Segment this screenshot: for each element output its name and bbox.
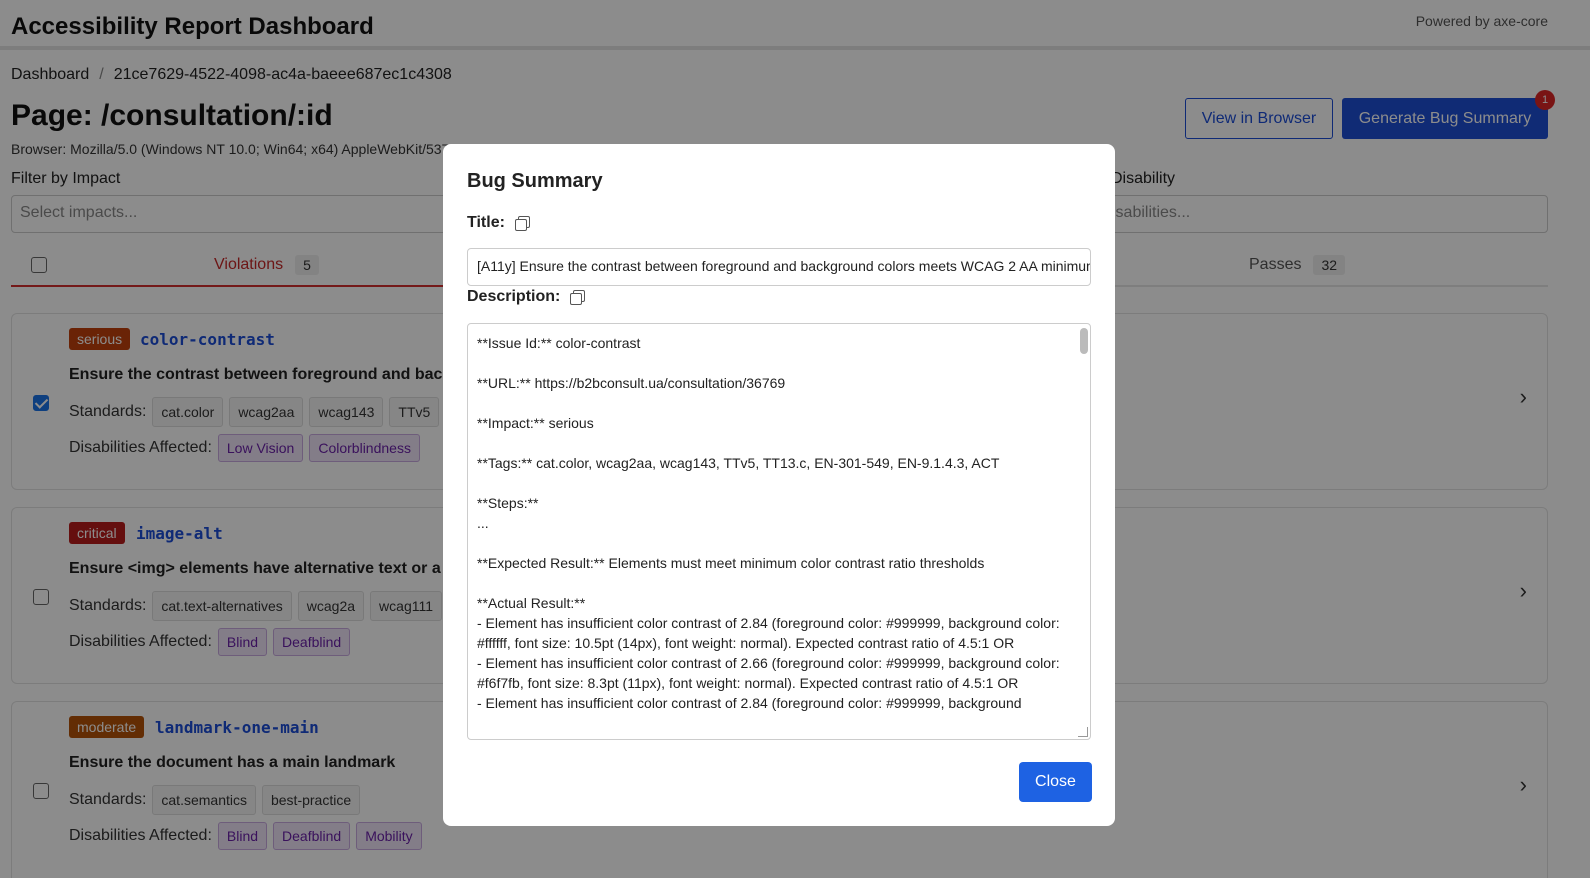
description-line: **Issue Id:** color-contrast	[477, 335, 641, 351]
description-line: - Element has insufficient color contras…	[477, 655, 1060, 691]
bug-summary-dialog: Bug Summary Title: [A11y] Ensure the con…	[443, 144, 1115, 826]
description-line	[477, 533, 1066, 553]
description-line: **Tags:** cat.color, wcag2aa, wcag143, T…	[477, 455, 1000, 471]
description-line: - Element has insufficient color contras…	[477, 695, 1022, 711]
title-label: Title:	[467, 214, 505, 231]
scrollbar[interactable]	[1080, 328, 1088, 354]
description-line	[477, 393, 1066, 413]
description-line: **Impact:** serious	[477, 415, 594, 431]
resize-grip-icon[interactable]	[1078, 727, 1088, 737]
description-line: **Steps:**	[477, 495, 539, 511]
description-line	[477, 353, 1066, 373]
description-line: **Expected Result:** Elements must meet …	[477, 555, 985, 571]
description-line	[477, 573, 1066, 593]
title-field-label: Title:	[467, 214, 530, 232]
description-line: **Actual Result:**	[477, 595, 586, 611]
description-label: Description:	[467, 288, 561, 305]
description-line: **URL:** https://b2bconsult.ua/consultat…	[477, 375, 786, 391]
title-input[interactable]: [A11y] Ensure the contrast between foreg…	[467, 248, 1091, 286]
description-line: - Element has insufficient color contras…	[477, 615, 1060, 651]
description-line	[477, 433, 1066, 453]
description-textarea[interactable]: **Issue Id:** color-contrast **URL:** ht…	[467, 323, 1091, 740]
copy-icon[interactable]	[514, 216, 530, 231]
close-button[interactable]: Close	[1019, 762, 1092, 802]
description-line: ...	[477, 515, 489, 531]
dialog-title: Bug Summary	[467, 170, 603, 192]
description-line	[477, 473, 1066, 493]
copy-icon[interactable]	[570, 290, 586, 305]
description-field-label: Description:	[467, 288, 586, 306]
